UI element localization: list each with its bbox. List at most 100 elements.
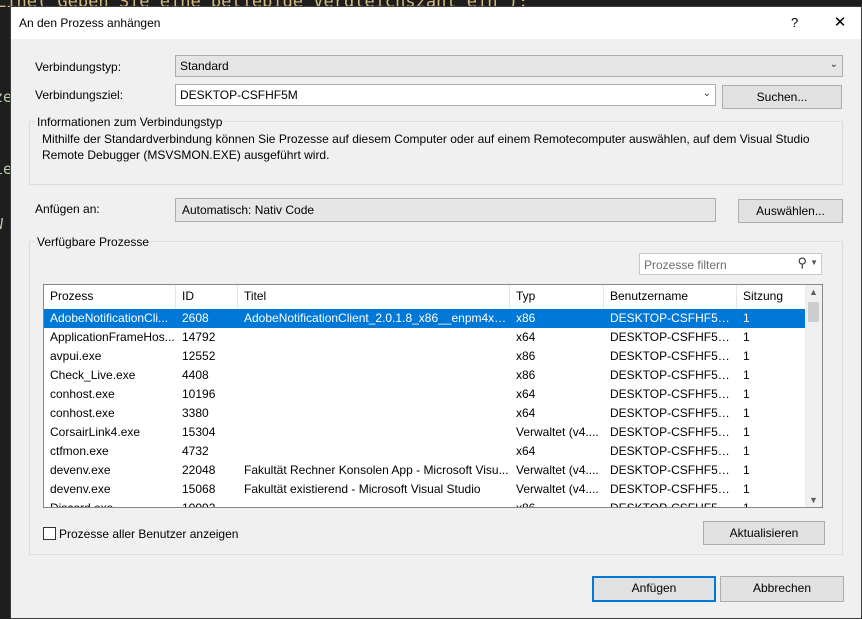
process-filter-placeholder: Prozesse filtern bbox=[644, 258, 727, 272]
cell-process: devenv.exe bbox=[50, 482, 111, 496]
scroll-down-icon[interactable]: ▼ bbox=[809, 495, 818, 505]
process-filter-input[interactable]: Prozesse filtern ⚲ ▼ bbox=[639, 253, 822, 275]
table-row[interactable]: CorsairLink4.exe 15304 Verwaltet (v4.... DE… bbox=[44, 423, 806, 442]
cell-process: Check_Live.exe bbox=[50, 368, 136, 382]
table-row[interactable]: Check_Live.exe 4408 x86 DESKTOP-CSFHF5M\...… bbox=[44, 366, 806, 385]
cell-type: Verwaltet (v4.... bbox=[516, 425, 599, 439]
cell-id: 22048 bbox=[182, 463, 216, 477]
cell-session: 1 bbox=[743, 425, 750, 439]
connection-type-select[interactable]: Standard ⌄ bbox=[175, 55, 843, 77]
column-header-id[interactable]: ID bbox=[176, 285, 238, 309]
cell-username: DESKTOP-CSFHF5M\... bbox=[610, 482, 737, 496]
cell-title bbox=[238, 442, 510, 461]
available-processes-title: Verfügbare Prozesse bbox=[35, 235, 152, 249]
cell-id: 15068 bbox=[182, 482, 216, 496]
table-row[interactable]: ctfmon.exe 4732 x64 DESKTOP-CSFHF5M\... 1 bbox=[44, 442, 806, 461]
editor-fragment: W bbox=[0, 215, 3, 233]
cell-username: DESKTOP-CSFHF5M\... bbox=[610, 463, 737, 477]
column-header-session[interactable]: Sitzung bbox=[737, 285, 806, 309]
cell-username: DESKTOP-CSFHF5M\... bbox=[610, 425, 737, 439]
attach-to-label: Anfügen an: bbox=[35, 202, 100, 216]
scroll-up-icon[interactable]: ▲ bbox=[809, 287, 818, 297]
table-row[interactable]: AdobeNotificationCli... 2608 AdobeNotifica… bbox=[44, 309, 806, 328]
cell-session: 1 bbox=[743, 501, 750, 508]
connection-target-label: Verbindungsziel: bbox=[35, 88, 124, 102]
cell-title bbox=[238, 347, 510, 366]
table-row[interactable]: avpui.exe 12552 x86 DESKTOP-CSFHF5M\... 1 bbox=[44, 347, 806, 366]
cell-type: Verwaltet (v4.... bbox=[516, 463, 599, 477]
cell-title: Fakultät Rechner Konsolen App - Microsof… bbox=[244, 463, 509, 477]
connection-info-line-2: Remote Debugger (MSVSMON.EXE) ausgeführt… bbox=[42, 148, 330, 162]
cell-session: 1 bbox=[743, 444, 750, 458]
table-row[interactable]: conhost.exe 10196 x64 DESKTOP-CSFHF5M\... 1 bbox=[44, 385, 806, 404]
connection-type-value: Standard bbox=[180, 59, 229, 73]
cell-username: DESKTOP-CSFHF5M\... bbox=[610, 501, 737, 508]
cell-title: Fakultät existierend - Microsoft Visual … bbox=[244, 482, 481, 496]
cell-title bbox=[238, 328, 510, 347]
cell-title: AdobeNotificationClient_2.0.1.8_x86__enp… bbox=[244, 311, 510, 325]
table-row[interactable]: devenv.exe 15068 Fakultät existierend - Mi… bbox=[44, 480, 806, 499]
scroll-thumb[interactable] bbox=[808, 302, 819, 322]
column-header-process[interactable]: Prozess bbox=[44, 285, 176, 309]
cell-id: 4408 bbox=[182, 368, 209, 382]
attach-button[interactable]: Anfügen bbox=[592, 576, 716, 602]
cell-username: DESKTOP-CSFHF5M\... bbox=[610, 349, 737, 363]
cell-process: ApplicationFrameHos... bbox=[50, 330, 175, 344]
table-row[interactable]: ApplicationFrameHos... 14792 x64 DESKTOP-CS… bbox=[44, 328, 806, 347]
connection-type-label: Verbindungstyp: bbox=[35, 60, 122, 74]
cell-type: x86 bbox=[516, 349, 536, 363]
cell-username: DESKTOP-CSFHF5M\... bbox=[610, 311, 737, 325]
process-list[interactable]: Prozess ID Titel Typ Benutzername Sitzun… bbox=[43, 284, 823, 508]
connection-target-input[interactable]: DESKTOP-CSFHF5M ⌄ bbox=[175, 84, 716, 106]
cell-session: 1 bbox=[743, 463, 750, 477]
cell-id: 14792 bbox=[182, 330, 216, 344]
show-all-users-checkbox[interactable] bbox=[43, 527, 56, 540]
cell-session: 1 bbox=[743, 330, 750, 344]
chevron-down-icon: ⌄ bbox=[829, 59, 838, 70]
refresh-button[interactable]: Aktualisieren bbox=[703, 521, 825, 545]
cell-id: 15304 bbox=[182, 425, 216, 439]
column-header-title[interactable]: Titel bbox=[238, 285, 510, 309]
table-row[interactable]: devenv.exe 22048 Fakultät Rechner Konsolen… bbox=[44, 461, 806, 480]
select-code-type-button[interactable]: Auswählen... bbox=[738, 199, 843, 223]
vertical-scrollbar[interactable]: ▲ ▼ bbox=[805, 285, 822, 507]
table-row[interactable]: conhost.exe 3380 x64 DESKTOP-CSFHF5M\... 1 bbox=[44, 404, 806, 423]
attach-to-process-dialog: An den Prozess anhängen ? ✕ Verbindungst… bbox=[10, 6, 862, 619]
cell-session: 1 bbox=[743, 368, 750, 382]
column-header-type[interactable]: Typ bbox=[510, 285, 604, 309]
cell-process: AdobeNotificationCli... bbox=[50, 311, 169, 325]
cell-process: ctfmon.exe bbox=[50, 444, 109, 458]
search-icon: ⚲ bbox=[797, 255, 807, 270]
dialog-title: An den Prozess anhängen bbox=[19, 16, 161, 30]
cell-type: x86 bbox=[516, 368, 536, 382]
cell-username: DESKTOP-CSFHF5M\... bbox=[610, 368, 737, 382]
cell-id: 2608 bbox=[182, 311, 209, 325]
cell-process: devenv.exe bbox=[50, 463, 111, 477]
column-header-username[interactable]: Benutzername bbox=[604, 285, 737, 309]
cell-id: 10092 bbox=[182, 501, 216, 508]
chevron-down-icon[interactable]: ▼ bbox=[810, 258, 818, 267]
show-all-users-label[interactable]: Prozesse aller Benutzer anzeigen bbox=[59, 527, 238, 541]
cell-type: x86 bbox=[516, 501, 536, 508]
cell-type: x64 bbox=[516, 387, 536, 401]
cell-process: avpui.exe bbox=[50, 349, 102, 363]
cell-id: 4732 bbox=[182, 444, 209, 458]
close-button[interactable]: ✕ bbox=[829, 13, 851, 31]
cell-type: Verwaltet (v4.... bbox=[516, 482, 599, 496]
cell-process: CorsairLink4.exe bbox=[50, 425, 141, 439]
cell-id: 12552 bbox=[182, 349, 216, 363]
cell-title bbox=[238, 499, 510, 507]
cell-username: DESKTOP-CSFHF5M\... bbox=[610, 387, 737, 401]
chevron-down-icon[interactable]: ⌄ bbox=[703, 88, 711, 99]
cell-session: 1 bbox=[743, 311, 750, 325]
cell-type: x64 bbox=[516, 330, 536, 344]
help-button[interactable]: ? bbox=[791, 15, 798, 30]
cancel-button[interactable]: Abbrechen bbox=[720, 576, 844, 602]
table-row[interactable]: Discord.exe 10092 x86 DESKTOP-CSFHF5M\... 1 bbox=[44, 499, 806, 508]
cell-type: x64 bbox=[516, 444, 536, 458]
cell-title bbox=[238, 404, 510, 423]
connection-target-value: DESKTOP-CSFHF5M bbox=[180, 88, 298, 102]
search-button[interactable]: Suchen... bbox=[722, 85, 842, 109]
cell-process: Discord.exe bbox=[50, 501, 114, 508]
cell-username: DESKTOP-CSFHF5M\... bbox=[610, 406, 737, 420]
